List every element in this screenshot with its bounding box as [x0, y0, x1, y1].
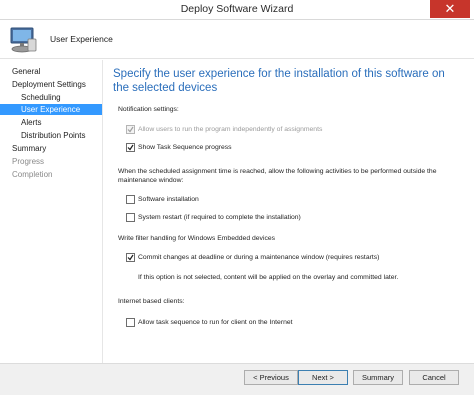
write-filter-label: Write filter handling for Windows Embedd… [118, 235, 276, 242]
summary-button[interactable]: Summary [353, 370, 403, 385]
commit-changes-label[interactable]: Commit changes at deadline or during a m… [138, 253, 379, 262]
allow-internet-checkbox[interactable] [126, 318, 135, 327]
sidebar-item-alerts[interactable]: Alerts [21, 117, 41, 128]
allow-independent-checkbox [126, 125, 135, 134]
main-heading: Specify the user experience for the inst… [113, 68, 445, 94]
main-panel: Specify the user experience for the inst… [104, 60, 474, 395]
checkmark-icon [127, 254, 134, 261]
sidebar-item-general[interactable]: General [12, 66, 40, 77]
page-title: User Experience [50, 34, 113, 44]
commit-changes-checkbox[interactable] [126, 253, 135, 262]
sidebar-item-summary[interactable]: Summary [12, 143, 46, 154]
wizard-footer: < Previous Next > Summary Cancel [0, 364, 474, 395]
checkmark-icon [127, 144, 134, 151]
show-progress-label[interactable]: Show Task Sequence progress [138, 143, 232, 152]
sidebar-item-distribution-points[interactable]: Distribution Points [21, 130, 85, 141]
show-progress-checkbox[interactable] [126, 143, 135, 152]
wizard-sidebar: General Deployment Settings Scheduling U… [0, 60, 103, 395]
close-icon: ✕ [444, 1, 456, 16]
title-bar: Deploy Software Wizard ✕ [0, 0, 474, 20]
window-title: Deploy Software Wizard [180, 3, 294, 15]
software-installation-label[interactable]: Software installation [138, 195, 199, 204]
previous-button[interactable]: < Previous [244, 370, 298, 385]
next-button[interactable]: Next > [298, 370, 348, 385]
sidebar-item-user-experience[interactable]: User Experience [0, 104, 102, 115]
sidebar-item-progress: Progress [12, 157, 45, 166]
wizard-header: User Experience [0, 21, 474, 59]
allow-independent-label: Allow users to run the program independe… [138, 126, 323, 133]
checkmark-icon [127, 126, 134, 133]
system-restart-label[interactable]: System restart (if required to complete … [138, 213, 301, 222]
sidebar-item-deployment-settings[interactable]: Deployment Settings [12, 79, 86, 90]
close-button[interactable]: ✕ [430, 0, 470, 18]
system-restart-checkbox[interactable] [126, 213, 135, 222]
notification-settings-label: Notification settings: [118, 106, 179, 113]
maintenance-window-label: When the scheduled assignment time is re… [118, 168, 437, 184]
sidebar-item-completion: Completion [12, 170, 53, 179]
cancel-button[interactable]: Cancel [409, 370, 459, 385]
software-installation-checkbox[interactable] [126, 195, 135, 204]
sidebar-item-scheduling[interactable]: Scheduling [21, 92, 61, 103]
write-filter-note: If this option is not selected, content … [138, 274, 399, 281]
computer-icon [10, 27, 37, 53]
internet-clients-label: Internet based clients: [118, 298, 185, 305]
allow-internet-label[interactable]: Allow task sequence to run for client on… [138, 318, 293, 327]
